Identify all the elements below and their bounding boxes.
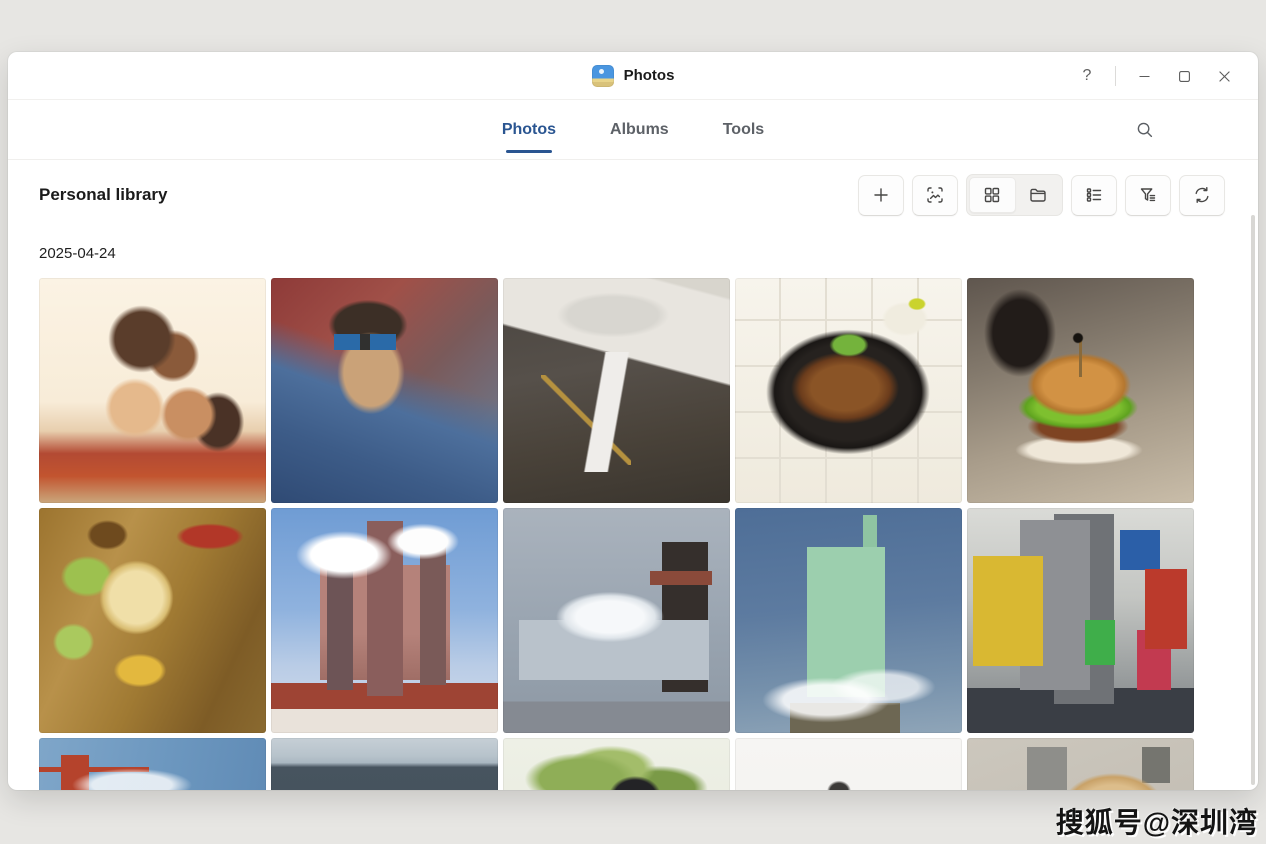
main-navigation: Photos Albums Tools [8,100,1258,160]
library-toolbar [858,174,1225,216]
help-button[interactable]: ? [1067,59,1107,93]
photo-charcuterie[interactable] [39,508,266,733]
folder-view-icon [1030,188,1046,202]
help-icon: ? [1082,67,1092,84]
library-header: Personal library [39,168,1225,222]
photo-liberty[interactable] [735,508,962,733]
tab-albums-label: Albums [610,120,669,138]
maximize-icon [1178,70,1190,82]
image-search-button[interactable] [912,174,958,216]
view-toggle [966,174,1063,216]
photos-app-icon [591,64,614,87]
titlebar-divider [1115,66,1116,86]
details-list-button[interactable] [1071,174,1117,216]
titlebar[interactable]: Photos ? [8,52,1258,100]
grid-view-button[interactable] [969,177,1016,213]
refresh-icon [1195,187,1209,203]
photo-city-pano[interactable] [271,738,498,790]
search-icon [1137,122,1153,138]
app-identity: Photos [591,64,675,87]
close-button[interactable] [1204,59,1244,93]
tab-photos[interactable]: Photos [500,111,558,153]
photo-blonde-portrait[interactable] [967,738,1194,790]
photo-fuji[interactable] [503,508,730,733]
photo-times-square[interactable] [967,508,1194,733]
minimize-button[interactable] [1124,59,1164,93]
tab-photos-label: Photos [501,120,557,138]
photos-app-window: Photos ? Photos Albums Tools Personal li… [8,52,1258,790]
search-button[interactable] [1128,114,1162,146]
photo-desk-stationery[interactable] [503,278,730,503]
desktop-backdrop: { "app": { "title": "Photos" }, "titleba… [0,0,1266,844]
app-title: Photos [623,67,675,84]
photo-golden-gate[interactable] [39,738,266,790]
window-controls: ? [1067,52,1244,100]
photo-cathedral[interactable] [271,508,498,733]
add-button[interactable] [858,174,904,216]
maximize-button[interactable] [1164,59,1204,93]
tab-tools-label: Tools [722,120,765,138]
folder-view-button[interactable] [1016,177,1061,213]
refresh-button[interactable] [1179,174,1225,216]
grid-view-icon [985,187,1000,203]
tab-albums[interactable]: Albums [608,111,671,149]
date-group-heading: 2025-04-24 [39,245,116,262]
filter-button[interactable] [1125,174,1171,216]
watermark-text: 搜狐号@深圳湾 [1055,807,1258,838]
photo-friends-selfie[interactable] [39,278,266,503]
vertical-scrollbar[interactable] [1251,215,1255,785]
filter-icon [1140,188,1156,202]
photo-white-portrait[interactable] [735,738,962,790]
page-title: Personal library [39,185,168,204]
active-tab-indicator [505,149,552,153]
photo-grid [39,278,1194,790]
photo-burger[interactable] [967,278,1194,503]
close-icon [1218,70,1230,82]
image-search-icon [927,187,943,203]
add-icon [874,188,888,202]
minimize-icon [1139,75,1149,77]
tab-tools[interactable]: Tools [721,111,766,149]
photo-man-selfie[interactable] [271,278,498,503]
photo-hat-portrait[interactable] [503,738,730,790]
details-list-icon [1086,188,1102,202]
photo-beef-dish[interactable] [735,278,962,503]
